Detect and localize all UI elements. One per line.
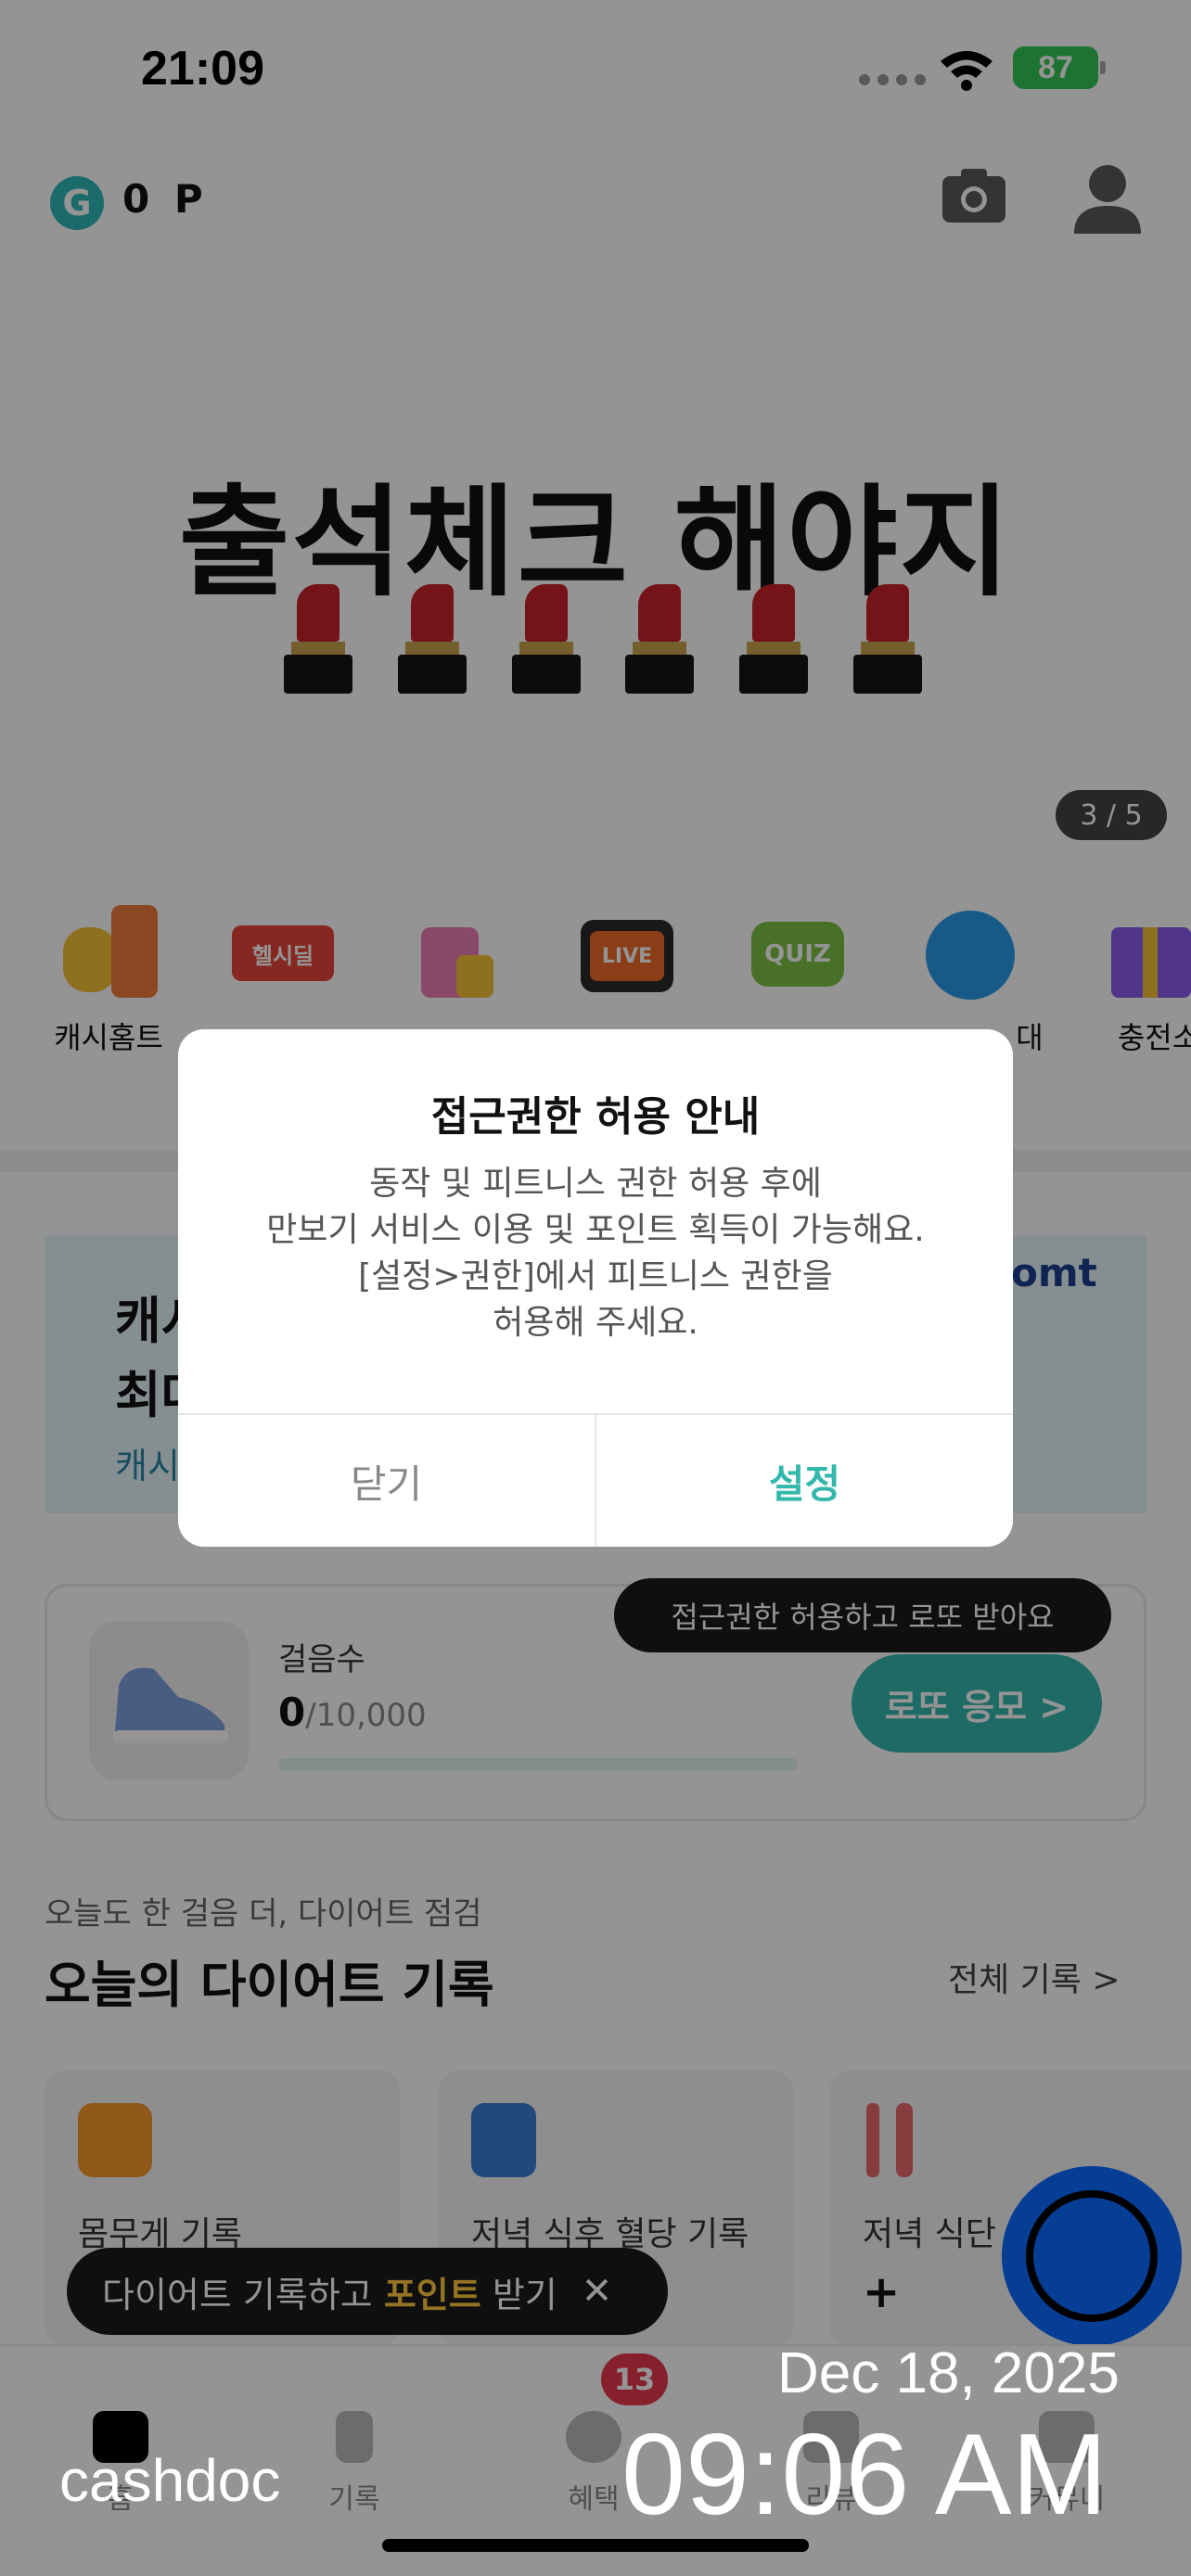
dialog-settings-button[interactable]: 설정	[596, 1415, 1013, 1547]
dialog-title: 접근권한 허용 안내	[430, 1093, 761, 1141]
home-indicator[interactable]	[382, 2539, 809, 2552]
dialog-body-line: 만보기 서비스 이용 및 포인트 획득이 가능해요.	[266, 1211, 925, 1249]
watermark-brand-logo: cashdoc	[59, 2447, 281, 2514]
watermark-date: Dec 18, 2025	[777, 2341, 1120, 2405]
dialog-body-line: [설정>권한]에서 피트니스 권한을	[358, 1257, 833, 1295]
watermark-time: 09:06 AM	[621, 2411, 1108, 2539]
dialog-body: 동작 및 피트니스 권한 허용 후에 만보기 서비스 이용 및 포인트 획득이 …	[178, 1161, 1013, 1346]
dialog-body-line: 동작 및 피트니스 권한 허용 후에	[369, 1165, 822, 1203]
dialog-close-button[interactable]: 닫기	[178, 1415, 595, 1547]
permission-dialog: 접근권한 허용 안내 동작 및 피트니스 권한 허용 후에 만보기 서비스 이용…	[178, 1029, 1013, 1547]
dialog-body-line: 허용해 주세요.	[493, 1304, 698, 1342]
